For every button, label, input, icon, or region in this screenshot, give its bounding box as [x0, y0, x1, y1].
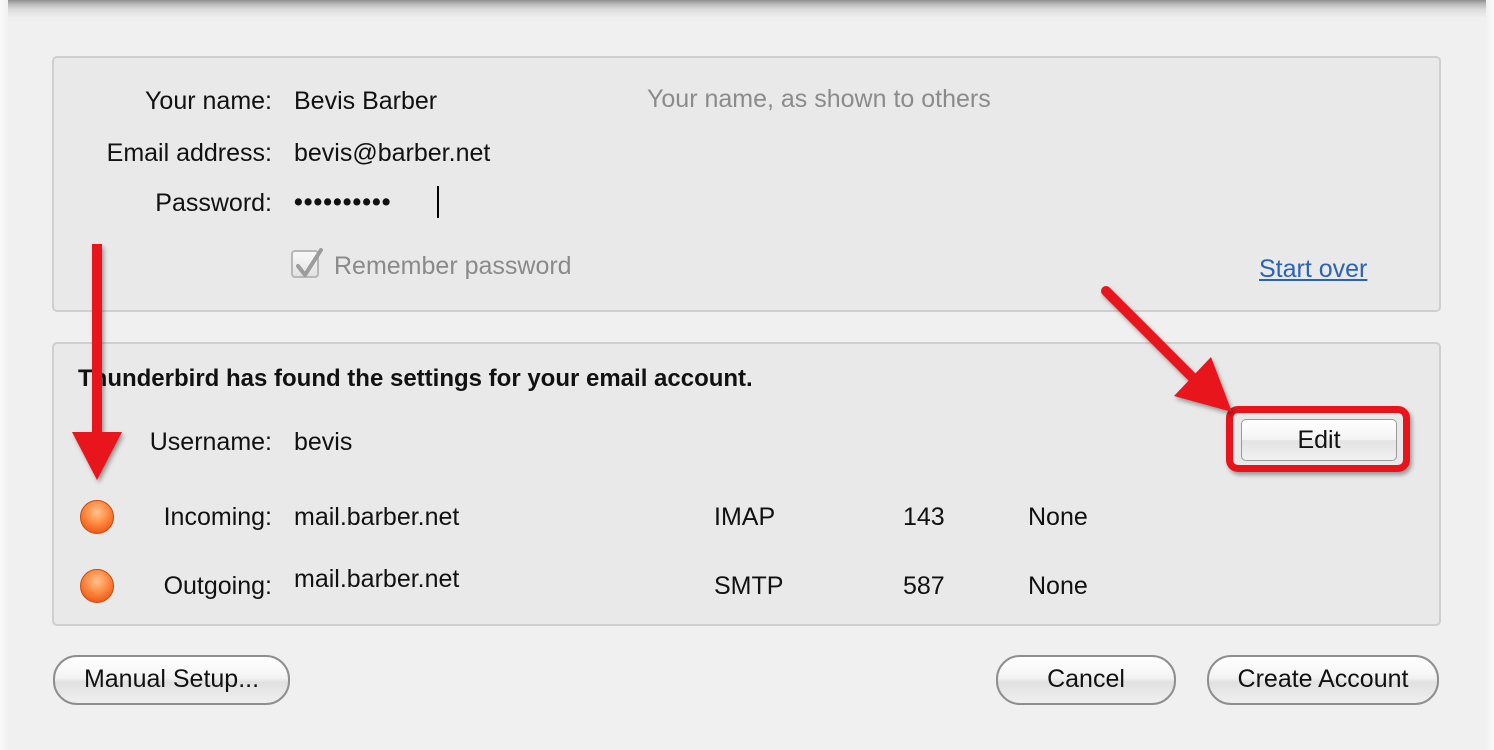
account-setup-dialog: Your name: Bevis Barber Your name, as sh…: [0, 0, 1494, 750]
annotation-arrows: [72, 244, 1232, 480]
diagonal-arrow-icon: [1101, 286, 1232, 412]
down-arrow-icon: [72, 244, 122, 480]
